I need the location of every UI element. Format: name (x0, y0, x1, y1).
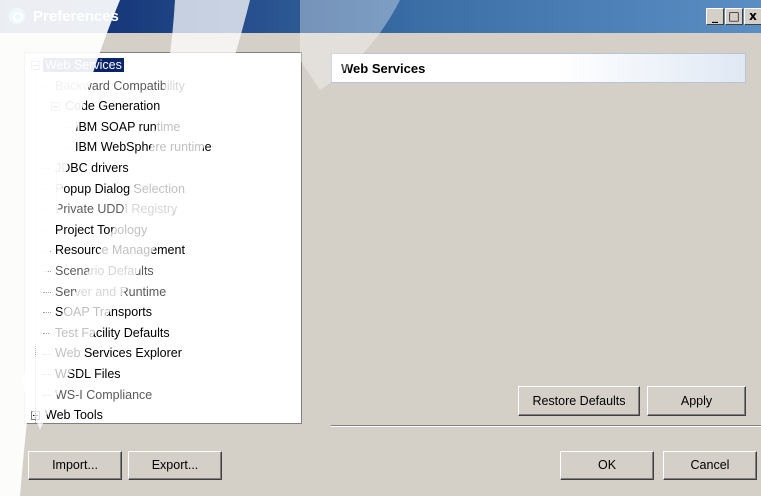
tree-guide-line (35, 65, 36, 423)
page-title-banner: Web Services (331, 53, 746, 83)
minimize-button[interactable]: _ (706, 8, 724, 25)
collapse-icon[interactable] (51, 102, 60, 112)
tree-item[interactable]: Web Services (31, 56, 124, 75)
tree-connector (43, 291, 51, 293)
tree-item[interactable]: SOAP Transports (43, 303, 154, 322)
tree-connector (43, 374, 51, 376)
tree-item[interactable]: IBM SOAP runtime (63, 118, 182, 137)
tree-connector (43, 85, 51, 87)
page-title: Web Services (341, 61, 426, 76)
tree-item[interactable]: WSDL Files (43, 365, 123, 384)
tree-item-label: WS-I Compliance (55, 387, 153, 402)
tree-item-label: SOAP Transports (55, 305, 153, 320)
tree-item[interactable]: Web Services Explorer (43, 344, 184, 363)
tree-item[interactable]: Popup Dialog Selection (43, 180, 187, 199)
tree-item-label: JDBC drivers (55, 161, 129, 175)
tree-item-label: Web Services Explorer (55, 346, 182, 361)
tree-item-label: Resource Management (55, 243, 185, 258)
maximize-button[interactable]: □ (725, 8, 743, 25)
tree-connector (63, 147, 71, 149)
tree-item-label: Web Services (43, 58, 124, 72)
tree-connector (43, 230, 51, 231)
tree-connector (43, 333, 51, 334)
tree-connector (43, 271, 51, 273)
tree-item[interactable]: Web Tools (31, 406, 105, 423)
tree-item-label: Server and Runtime (55, 284, 167, 299)
tree-connector (43, 394, 51, 396)
cancel-button[interactable]: Cancel (663, 451, 757, 480)
tree-connector (63, 127, 71, 128)
export-button[interactable]: Export... (128, 451, 222, 480)
tree-item-label: Project Topology (55, 222, 148, 237)
tree-item[interactable]: WS-I Compliance (43, 386, 154, 405)
tree-connector (43, 188, 51, 190)
tree-item-label: Code Generation (65, 99, 161, 114)
tree-connector (43, 312, 51, 314)
tree-connector (43, 168, 51, 170)
page-separator (331, 425, 761, 427)
tree-item-label: IBM SOAP runtime (75, 119, 181, 134)
preferences-tree[interactable]: Web Services Backward Compatibility Code G… (24, 52, 302, 424)
eclipse-app-icon (8, 7, 26, 25)
tree-item-label: Test Facility Defaults (55, 325, 170, 340)
import-button[interactable]: Import... (28, 451, 122, 480)
preferences-window: Preferences _ □ x Web Services Backward C… (0, 0, 761, 496)
tree-guide-line (56, 163, 57, 205)
tree-item[interactable]: Scenario Defaults (43, 262, 156, 281)
tree-item-label: Scenario Defaults (55, 264, 154, 278)
tree-item[interactable]: Code Generation (51, 97, 162, 116)
tree-item[interactable]: Project Topology (43, 221, 149, 240)
restore-defaults-button[interactable]: Restore Defaults (518, 386, 640, 416)
tree-item[interactable]: Resource Management (43, 241, 187, 260)
tree-connector (43, 250, 51, 252)
ok-button[interactable]: OK (560, 451, 654, 480)
tree-item[interactable]: Backward Compatibility (43, 77, 187, 96)
tree-connector (43, 209, 51, 211)
tree-item-label: Private UDDI Registry (55, 202, 178, 217)
tree-item-label: WSDL Files (55, 367, 121, 381)
title-bar[interactable]: Preferences _ □ x (0, 0, 761, 33)
tree-item[interactable]: IBM WebSphere runtime (63, 138, 214, 157)
tree-item-label: IBM WebSphere runtime (75, 140, 212, 155)
tree-item[interactable]: Server and Runtime (43, 283, 168, 302)
tree-item-label: Popup Dialog Selection (55, 181, 185, 196)
tree-item[interactable]: Test Facility Defaults (43, 324, 172, 343)
tree-connector (43, 353, 51, 355)
tree-item-label: Web Tools (45, 408, 103, 423)
apply-button[interactable]: Apply (647, 386, 746, 416)
close-button[interactable]: x (744, 8, 761, 25)
window-title: Preferences (33, 8, 119, 25)
tree-item-label: Backward Compatibility (55, 78, 185, 93)
tree-item[interactable]: Private UDDI Registry (43, 200, 179, 219)
